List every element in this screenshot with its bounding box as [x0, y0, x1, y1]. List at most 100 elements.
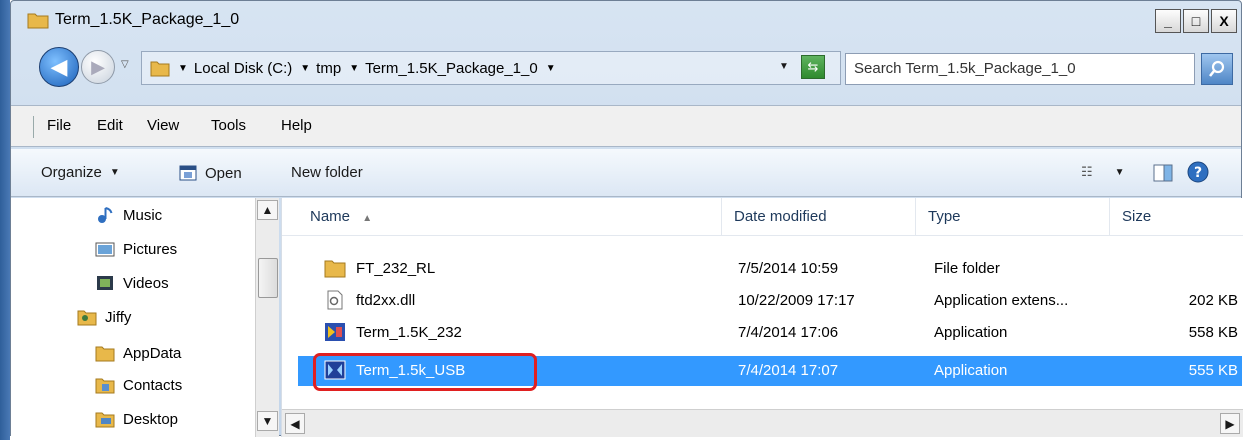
preview-pane-icon	[1153, 164, 1173, 182]
nav-item-desktop[interactable]: Desktop	[95, 410, 178, 428]
scroll-down-arrow-icon[interactable]: ▼	[257, 411, 278, 431]
contacts-icon	[95, 378, 115, 394]
back-button[interactable]: ◀	[39, 47, 79, 87]
folder-icon	[27, 13, 49, 29]
nav-item-videos[interactable]: Videos	[95, 274, 169, 292]
navigation-pane: Music Pictures Videos Jiffy AppData Cont…	[11, 198, 279, 437]
view-list-icon: ☷	[1081, 164, 1093, 179]
forward-arrow-icon: ▶	[91, 56, 105, 77]
menu-tools[interactable]: Tools	[211, 117, 246, 134]
address-bar: ◀ ▶ ▽ ▼ Local Disk (C:) ▼ tmp ▼ Term_1.5…	[11, 41, 1241, 97]
folder-icon	[150, 61, 170, 77]
folder-icon	[324, 260, 346, 278]
close-button[interactable]: X	[1211, 9, 1237, 33]
nav-item-music[interactable]: Music	[95, 206, 162, 224]
recent-pages-dropdown-icon[interactable]: ▽	[121, 59, 129, 70]
scroll-up-arrow-icon[interactable]: ▲	[257, 200, 278, 220]
help-button[interactable]: ?	[1187, 161, 1209, 183]
music-icon	[98, 207, 113, 223]
menu-view[interactable]: View	[147, 117, 179, 134]
nav-pane-scrollbar[interactable]: ▲ ▼	[255, 198, 279, 437]
forward-button[interactable]: ▶	[81, 50, 115, 84]
user-folder-icon	[77, 310, 97, 326]
file-row[interactable]: Term_1.5K_232 7/4/2014 17:06 Application…	[298, 318, 1242, 348]
chevron-down-icon: ▼	[1114, 166, 1125, 178]
file-list: Name ▲ Date modified Type Size FT_232_RL…	[281, 198, 1243, 437]
column-size[interactable]: Size	[1110, 198, 1244, 236]
menu-file[interactable]: File	[47, 117, 71, 134]
file-list-horizontal-scrollbar[interactable]: ◀ ▶	[282, 409, 1243, 437]
file-type: Application	[934, 362, 1008, 379]
desktop-icon	[95, 412, 115, 428]
maximize-button[interactable]: □	[1183, 9, 1209, 33]
file-size: 202 KB	[1188, 292, 1238, 309]
file-row[interactable]: ftd2xx.dll 10/22/2009 17:17 Application …	[298, 286, 1242, 316]
open-icon	[179, 165, 197, 181]
chevron-down-icon[interactable]: ▼	[178, 63, 188, 74]
nav-item-jiffy[interactable]: Jiffy	[77, 308, 131, 326]
search-button[interactable]	[1201, 53, 1233, 85]
explorer-window: Term_1.5K_Package_1_0 _ □ X ◀ ▶ ▽ ▼ Loca…	[10, 0, 1243, 437]
file-size: 558 KB	[1188, 324, 1238, 341]
folder-icon	[95, 346, 115, 362]
application-icon	[325, 323, 345, 341]
new-folder-button[interactable]: New folder	[291, 164, 363, 181]
address-history-dropdown-icon[interactable]: ▼	[779, 61, 789, 72]
desktop-edge	[0, 0, 10, 440]
sort-ascending-icon: ▲	[362, 213, 373, 224]
menu-separator	[33, 116, 34, 138]
column-name[interactable]: Name ▲	[298, 198, 722, 236]
search-input[interactable]: Search Term_1.5k_Package_1_0	[845, 53, 1195, 85]
chevron-down-icon: ▼	[109, 167, 120, 178]
file-name: ftd2xx.dll	[356, 291, 416, 309]
refresh-button[interactable]: ⇆	[801, 55, 825, 79]
title-bar[interactable]: Term_1.5K_Package_1_0 _ □ X	[11, 1, 1241, 39]
file-type: File folder	[934, 260, 1000, 277]
file-name: Term_1.5K_232	[356, 323, 462, 341]
nav-item-appdata[interactable]: AppData	[95, 344, 181, 362]
svg-text:?: ?	[1194, 165, 1202, 181]
file-row-selected[interactable]: Term_1.5k_USB 7/4/2014 17:07 Application…	[298, 353, 1242, 391]
organize-button[interactable]: Organize ▼	[41, 164, 120, 181]
file-size: 555 KB	[1188, 362, 1238, 379]
back-arrow-icon: ◀	[50, 54, 68, 79]
scroll-left-arrow-icon[interactable]: ◀	[285, 413, 305, 434]
chevron-down-icon[interactable]: ▼	[546, 63, 556, 74]
nav-item-contacts[interactable]: Contacts	[95, 376, 182, 394]
command-bar: Organize ▼ Open New folder ☷ ▼ ?	[11, 149, 1241, 197]
file-name: FT_232_RL	[356, 259, 436, 277]
preview-pane-button[interactable]	[1153, 164, 1173, 182]
menu-edit[interactable]: Edit	[97, 117, 123, 134]
refresh-icon: ⇆	[807, 59, 819, 74]
file-date: 7/4/2014 17:06	[738, 324, 839, 341]
nav-item-pictures[interactable]: Pictures	[95, 240, 177, 258]
file-date: 7/5/2014 10:59	[738, 260, 839, 277]
breadcrumb-item-tmp[interactable]: ▼ tmp	[300, 60, 341, 77]
scroll-thumb[interactable]	[258, 258, 278, 298]
breadcrumb[interactable]: ▼ Local Disk (C:) ▼ tmp ▼ Term_1.5K_Pack…	[141, 51, 841, 85]
file-type: Application	[934, 324, 1008, 341]
menu-bar: File Edit View Tools Help	[11, 105, 1241, 147]
breadcrumb-item-local-disk[interactable]: ▼ Local Disk (C:)	[178, 60, 292, 77]
column-header: Name ▲ Date modified Type Size	[282, 198, 1243, 236]
change-view-button[interactable]: ☷ ▼	[1081, 164, 1125, 180]
chevron-down-icon[interactable]: ▼	[349, 63, 359, 74]
file-date: 10/22/2009 17:17	[738, 292, 855, 309]
minimize-button[interactable]: _	[1155, 9, 1181, 33]
open-button[interactable]: Open	[179, 164, 242, 182]
pictures-icon	[95, 242, 115, 257]
file-type: Application extens...	[934, 292, 1069, 309]
window-title: Term_1.5K_Package_1_0	[55, 11, 240, 28]
file-row[interactable]: FT_232_RL 7/5/2014 10:59 File folder	[298, 254, 1242, 284]
chevron-down-icon[interactable]: ▼	[300, 63, 310, 74]
search-icon	[1208, 60, 1225, 77]
file-date: 7/4/2014 17:07	[738, 362, 839, 379]
breadcrumb-item-package[interactable]: ▼ Term_1.5K_Package_1_0 ▼	[349, 60, 561, 77]
help-icon: ?	[1187, 161, 1209, 183]
scroll-right-arrow-icon[interactable]: ▶	[1220, 413, 1240, 434]
dll-icon	[327, 290, 343, 310]
column-type[interactable]: Type	[916, 198, 1110, 236]
videos-icon	[97, 276, 113, 290]
menu-help[interactable]: Help	[281, 117, 312, 134]
column-date-modified[interactable]: Date modified	[722, 198, 916, 236]
